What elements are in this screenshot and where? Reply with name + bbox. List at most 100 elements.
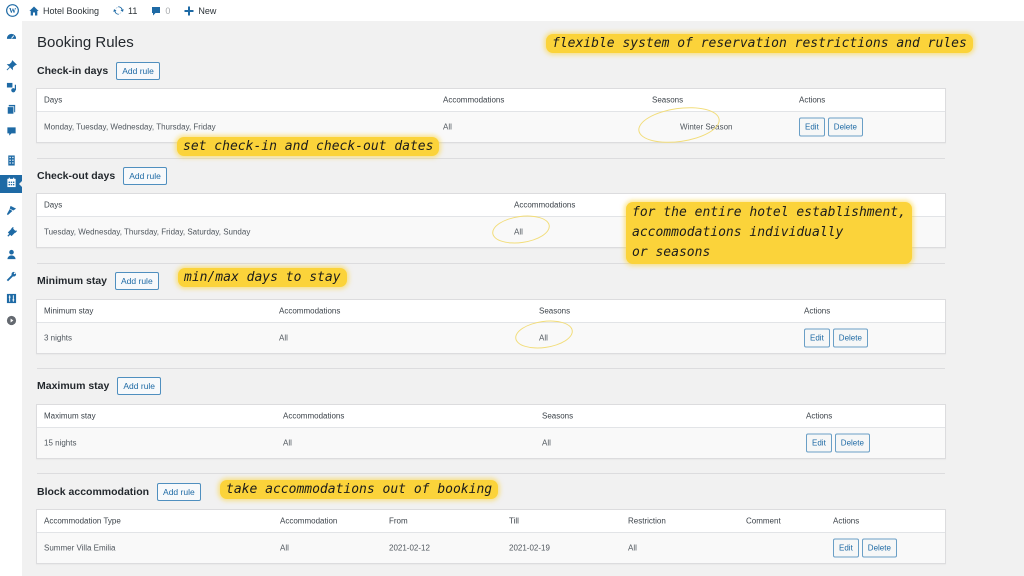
table-header: Accommodation Type Accommodation From Ti… xyxy=(37,510,945,533)
from-cell: 2021-02-12 xyxy=(389,543,430,553)
users-icon xyxy=(6,247,17,265)
section-divider xyxy=(37,473,945,474)
table-row: 15 nights All All Edit Delete xyxy=(37,428,945,458)
accommodation-cell: All xyxy=(280,543,289,553)
new-content-link[interactable]: New xyxy=(184,6,216,16)
block-title: Block accommodation xyxy=(37,486,150,498)
max-stay-table: Maximum stay Accommodations Seasons Acti… xyxy=(36,404,946,459)
column-header: Till xyxy=(509,516,519,526)
min-stay-title: Minimum stay xyxy=(37,275,108,287)
tools-icon xyxy=(6,269,17,287)
delete-button[interactable]: Delete xyxy=(834,433,870,453)
column-header: Accommodations xyxy=(283,411,345,421)
column-header: Actions xyxy=(804,306,831,316)
delete-button[interactable]: Delete xyxy=(832,328,868,348)
annotation-scope: for the entire hotel establishment, acco… xyxy=(626,202,912,264)
sidebar-item-posts[interactable] xyxy=(0,58,22,76)
sidebar-item-settings[interactable] xyxy=(0,291,22,309)
comments-count: 0 xyxy=(165,5,171,16)
stay-cell: 3 nights xyxy=(44,333,73,343)
column-header: Actions xyxy=(833,516,860,526)
updates-count: 11 xyxy=(128,5,138,16)
checkin-table: Days Accommodations Seasons Actions Mond… xyxy=(36,88,946,143)
home-icon xyxy=(29,6,39,16)
updates-icon xyxy=(113,5,124,16)
min-stay-table: Minimum stay Accommodations Seasons Acti… xyxy=(36,299,946,354)
delete-button[interactable]: Delete xyxy=(861,538,897,558)
column-header: Accommodations xyxy=(514,200,576,210)
till-cell: 2021-02-19 xyxy=(509,543,550,553)
seasons-cell: All xyxy=(539,333,548,343)
checkout-add-rule-button[interactable]: Add rule xyxy=(123,167,167,185)
annotation-headline: flexible system of reservation restricti… xyxy=(546,34,973,53)
new-label: New xyxy=(198,5,217,16)
annotation-block: take accommodations out of booking xyxy=(220,480,499,499)
accommodations-cell: All xyxy=(514,227,523,237)
sidebar-item-plugins[interactable] xyxy=(0,225,22,243)
dashboard-icon xyxy=(6,30,17,48)
column-header: Accommodation xyxy=(280,516,338,526)
max-stay-section-header: Maximum stay Add rule xyxy=(37,377,162,395)
column-header: Accommodations xyxy=(443,95,505,105)
sidebar-item-tools[interactable] xyxy=(0,269,22,287)
comments-link[interactable]: 0 xyxy=(151,6,170,16)
checkout-section-header: Check-out days Add rule xyxy=(37,167,167,185)
row-actions: Edit Delete xyxy=(806,433,870,453)
max-stay-add-rule-button[interactable]: Add rule xyxy=(117,377,162,395)
annotation-checkin-checkout: set check-in and check-out dates xyxy=(177,137,440,156)
sidebar-item-dashboard[interactable] xyxy=(0,30,22,48)
media-icon xyxy=(6,80,17,98)
edit-button[interactable]: Edit xyxy=(806,433,832,453)
updates-link[interactable]: 11 xyxy=(113,5,137,16)
column-header: Seasons xyxy=(652,95,684,105)
sidebar-item-comments[interactable] xyxy=(0,124,22,142)
pages-icon xyxy=(6,102,17,120)
column-header: From xyxy=(389,516,408,526)
column-header: Actions xyxy=(799,95,826,105)
table-row: Summer Villa Emilia All 2021-02-12 2021-… xyxy=(37,533,945,563)
building-icon xyxy=(6,153,17,171)
pin-icon xyxy=(6,58,17,76)
site-name-link[interactable]: Hotel Booking xyxy=(29,6,99,16)
column-header: Days xyxy=(44,95,63,105)
column-header: Minimum stay xyxy=(44,306,94,316)
wordpress-logo-icon[interactable]: W xyxy=(1,4,23,17)
site-name: Hotel Booking xyxy=(43,5,100,16)
column-header: Seasons xyxy=(539,306,571,316)
section-divider xyxy=(37,368,945,369)
sidebar-item-collapse[interactable] xyxy=(0,313,22,331)
column-header: Days xyxy=(44,200,63,210)
table-row: Monday, Tuesday, Wednesday, Thursday, Fr… xyxy=(37,112,945,142)
delete-button[interactable]: Delete xyxy=(827,117,863,137)
edit-button[interactable]: Edit xyxy=(833,538,859,558)
column-header: Accommodation Type xyxy=(44,516,121,526)
svg-text:W: W xyxy=(8,7,16,15)
sidebar-item-media[interactable] xyxy=(0,80,22,98)
sidebar-item-appearance[interactable] xyxy=(0,203,22,221)
seasons-cell: Winter Season xyxy=(680,122,733,132)
restriction-cell: All xyxy=(628,543,637,553)
checkin-title: Check-in days xyxy=(37,65,109,77)
column-header: Comment xyxy=(746,516,781,526)
comment-icon xyxy=(151,6,161,16)
edit-button[interactable]: Edit xyxy=(799,117,825,137)
stay-cell: 15 nights xyxy=(44,438,77,448)
sidebar-item-pages[interactable] xyxy=(0,102,22,120)
sidebar-item-accommodations[interactable] xyxy=(0,153,22,171)
row-actions: Edit Delete xyxy=(833,538,897,558)
settings-icon xyxy=(6,291,17,309)
min-stay-section-header: Minimum stay Add rule xyxy=(37,272,159,290)
table-row: 3 nights All All Edit Delete xyxy=(37,323,945,353)
sidebar-item-users[interactable] xyxy=(0,247,22,265)
block-add-rule-button[interactable]: Add rule xyxy=(157,483,201,501)
page-title: Booking Rules xyxy=(37,34,134,51)
checkin-add-rule-button[interactable]: Add rule xyxy=(116,62,160,80)
appearance-icon xyxy=(6,203,17,221)
annotation-min-max: min/max days to stay xyxy=(178,268,347,287)
block-table: Accommodation Type Accommodation From Ti… xyxy=(36,509,946,564)
min-stay-add-rule-button[interactable]: Add rule xyxy=(115,272,159,290)
calendar-icon xyxy=(6,175,17,193)
column-header: Accommodations xyxy=(279,306,341,316)
sidebar-item-bookings[interactable] xyxy=(0,175,23,193)
edit-button[interactable]: Edit xyxy=(804,328,830,348)
